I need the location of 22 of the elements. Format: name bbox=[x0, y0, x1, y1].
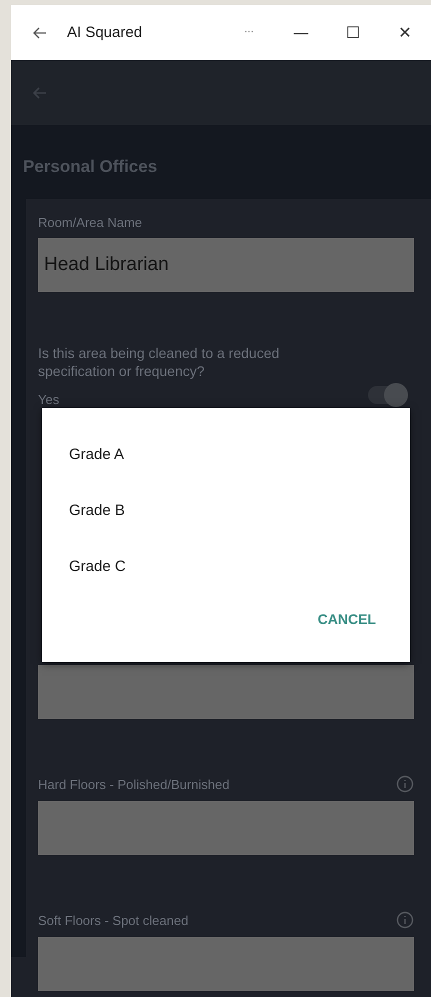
window-control-button[interactable]: ··· bbox=[223, 5, 275, 60]
info-icon[interactable] bbox=[396, 911, 414, 930]
dialog-option[interactable]: Grade B bbox=[42, 486, 410, 542]
question-text: Is this area being cleaned to a reduced specification or frequency? bbox=[38, 344, 280, 380]
dialog-option[interactable]: Grade C bbox=[42, 542, 410, 598]
answer-label: Yes bbox=[38, 392, 60, 408]
toggle-switch[interactable] bbox=[368, 386, 406, 404]
field-label: Soft Floors - Spot cleaned bbox=[38, 912, 188, 928]
back-icon[interactable] bbox=[33, 26, 47, 38]
window-title: AI Squared bbox=[67, 24, 142, 41]
page-title: Personal Offices bbox=[23, 157, 158, 177]
field-label: Hard Floors - Polished/Burnished bbox=[38, 776, 230, 792]
input-field[interactable] bbox=[38, 665, 414, 720]
info-icon[interactable] bbox=[396, 775, 414, 794]
field-label: Room/Area Name bbox=[38, 215, 144, 230]
cancel-button[interactable]: CANCEL bbox=[312, 610, 382, 628]
dialog-option[interactable]: Grade A bbox=[42, 430, 410, 486]
input-field[interactable] bbox=[38, 801, 414, 856]
input-field[interactable] bbox=[38, 937, 414, 992]
window-control-button[interactable]: ✕ bbox=[379, 5, 431, 60]
window-control-button[interactable]: — bbox=[275, 5, 327, 60]
window-control-button[interactable]: ☐ bbox=[327, 5, 379, 60]
